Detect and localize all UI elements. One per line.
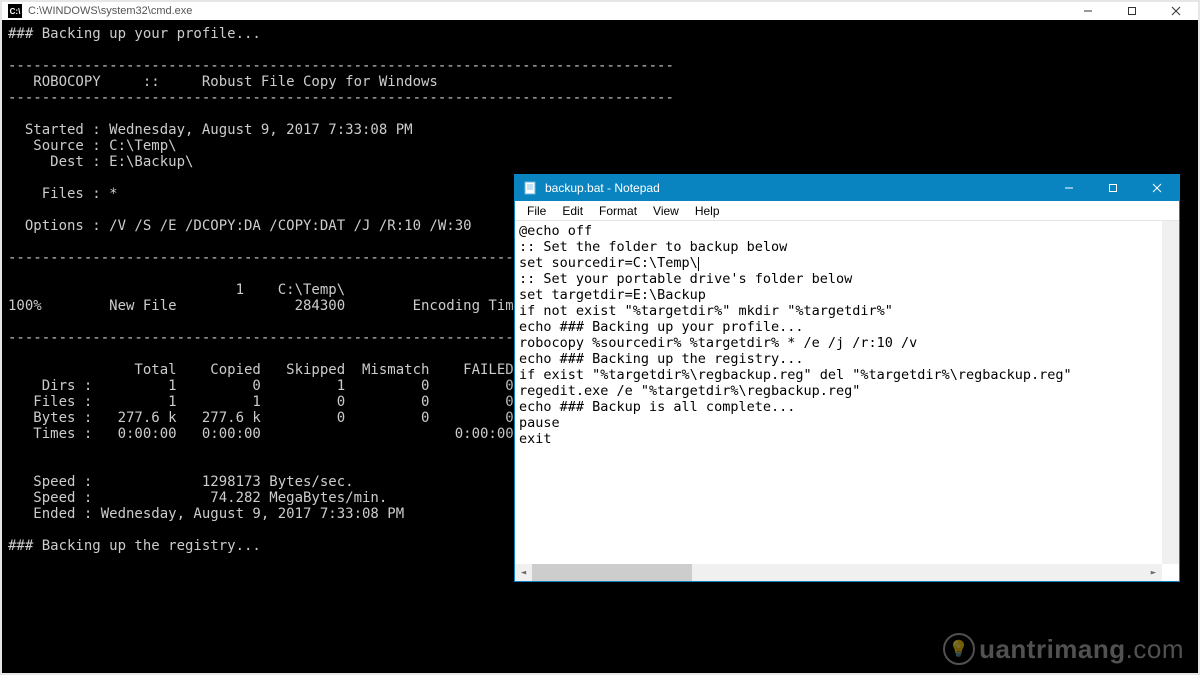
notepad-text-before: @echo off :: Set the folder to backup be…: [519, 223, 787, 271]
cmd-icon: C:\: [8, 4, 22, 18]
text-cursor: [698, 257, 699, 271]
scroll-left-icon[interactable]: ◄: [515, 564, 532, 581]
menu-help[interactable]: Help: [687, 202, 728, 220]
scroll-right-icon[interactable]: ►: [1145, 564, 1162, 581]
notepad-window: backup.bat - Notepad File Edit Format Vi…: [514, 174, 1180, 582]
minimize-button[interactable]: [1066, 2, 1110, 20]
scroll-thumb[interactable]: [532, 564, 692, 581]
notepad-scrollbar-vertical[interactable]: [1162, 221, 1179, 564]
cmd-titlebar[interactable]: C:\ C:\WINDOWS\system32\cmd.exe: [2, 2, 1198, 20]
menu-file[interactable]: File: [519, 202, 554, 220]
notepad-maximize-button[interactable]: [1091, 175, 1135, 201]
menu-format[interactable]: Format: [591, 202, 645, 220]
notepad-text-after: :: Set your portable drive's folder belo…: [519, 271, 1072, 447]
notepad-menubar: File Edit Format View Help: [515, 201, 1179, 221]
notepad-close-button[interactable]: [1135, 175, 1179, 201]
menu-view[interactable]: View: [645, 202, 687, 220]
notepad-text-area[interactable]: @echo off :: Set the folder to backup be…: [515, 221, 1179, 581]
maximize-button[interactable]: [1110, 2, 1154, 20]
close-button[interactable]: [1154, 2, 1198, 20]
notepad-icon: [523, 181, 537, 195]
notepad-titlebar[interactable]: backup.bat - Notepad: [515, 175, 1179, 201]
notepad-scrollbar-horizontal[interactable]: ◄ ►: [515, 564, 1162, 581]
cmd-title: C:\WINDOWS\system32\cmd.exe: [28, 5, 1066, 17]
notepad-minimize-button[interactable]: [1047, 175, 1091, 201]
notepad-title: backup.bat - Notepad: [545, 181, 1047, 195]
menu-edit[interactable]: Edit: [554, 202, 591, 220]
